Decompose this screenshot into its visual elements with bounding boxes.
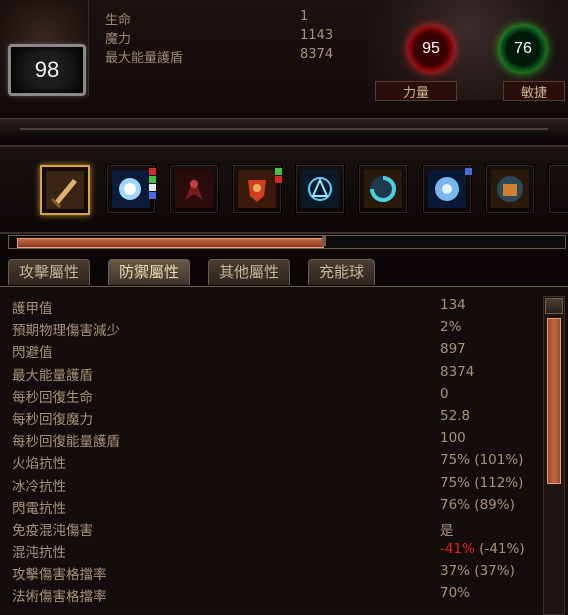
row-label: 閃電抗性	[12, 500, 66, 517]
list-item: 護甲值 134	[6, 295, 541, 317]
stat-value: 8374	[300, 47, 334, 62]
skill-slot[interactable]	[486, 165, 534, 213]
stat-value: 1	[300, 9, 309, 24]
skill-slot[interactable]	[107, 165, 156, 213]
row-value: 8374	[440, 363, 475, 380]
lightning-orb-icon	[112, 170, 150, 208]
dexterity-orb: 76	[500, 26, 546, 72]
strength-orb: 95	[408, 26, 454, 72]
list-item: 閃避值 897	[6, 339, 541, 361]
scroll-up-button[interactable]	[545, 298, 563, 314]
row-value: 37% (37%)	[440, 563, 515, 580]
list-item: 每秒回復魔力 52.8	[6, 406, 541, 428]
row-label: 閃避值	[12, 345, 53, 362]
list-item: 閃電抗性 76% (89%)	[6, 495, 541, 517]
stat-life: 生命 1	[105, 9, 355, 28]
skill-slot[interactable]	[40, 165, 90, 215]
frost-nova-icon	[428, 170, 466, 208]
row-label: 護甲值	[12, 301, 53, 317]
row-label: 火焰抗性	[12, 456, 66, 473]
attribute-orbs: 95 76 力量 敏捷	[368, 0, 568, 101]
tab-offense[interactable]: 攻擊屬性	[8, 259, 91, 285]
tab-misc[interactable]: 其他屬性	[208, 259, 291, 285]
row-label: 預期物理傷害減少	[12, 323, 120, 340]
strength-label: 力量	[375, 81, 457, 101]
gem-sockets	[465, 168, 472, 176]
stat-label: 最大能量護盾	[105, 51, 184, 66]
divider-line	[20, 128, 548, 130]
gem-sockets	[149, 168, 156, 200]
skill-slot[interactable]	[233, 165, 282, 213]
value-detail: (-41%)	[474, 541, 525, 558]
skill-slot[interactable]	[170, 165, 218, 213]
experience-bar	[0, 232, 568, 252]
stat-mana: 魔力 1143	[105, 28, 355, 47]
defense-panel: 護甲值 134 預期物理傷害減少 2% 閃避值 897 最大能量護盾 8374 每秒回復…	[0, 286, 568, 614]
skill-slot[interactable]	[296, 165, 344, 213]
level-frame: 98	[0, 0, 89, 96]
row-label: 每秒回復魔力	[12, 411, 93, 428]
row-label: 攻擊傷害格擋率	[12, 567, 107, 584]
row-value: 70%	[440, 585, 471, 602]
row-label: 每秒回復生命	[12, 389, 93, 406]
list-item: 冰冷抗性 75% (112%)	[6, 473, 541, 495]
xp-divider	[322, 236, 326, 246]
tab-defense[interactable]: 防禦屬性	[108, 259, 191, 285]
sword-gem-icon	[46, 171, 84, 209]
scroll-thumb[interactable]	[547, 318, 561, 484]
level-value: 98	[34, 57, 60, 82]
fist-vortex-icon	[491, 170, 529, 208]
defense-list: 護甲值 134 預期物理傷害減少 2% 閃避值 897 最大能量護盾 8374 每秒回復…	[6, 295, 541, 606]
row-value: 100	[440, 430, 466, 447]
stat-value: 1143	[300, 28, 334, 43]
character-header: 98 生命 1 魔力 1143 最大能量護盾 8374 95 76 力量 敏捷	[0, 0, 568, 118]
row-label: 最大能量護盾	[12, 367, 93, 384]
skill-slot-partial[interactable]	[549, 165, 568, 213]
cyan-spiral-icon	[364, 170, 402, 208]
level-badge: 98	[8, 44, 86, 96]
row-value: 76% (89%)	[440, 496, 515, 513]
row-value: 75% (112%)	[440, 474, 524, 491]
row-label: 混沌抗性	[12, 545, 66, 562]
tab-charges[interactable]: 充能球	[308, 259, 376, 285]
skill-slot[interactable]	[359, 165, 407, 213]
row-label: 每秒回復能量護盾	[12, 434, 120, 451]
row-label: 法術傷害格擋率	[12, 589, 107, 606]
row-value: 0	[440, 385, 449, 402]
dark-winged-icon	[175, 170, 213, 208]
row-label: 冰冷抗性	[12, 478, 66, 495]
dexterity-label: 敏捷	[503, 81, 565, 101]
gem-sockets	[275, 168, 282, 184]
row-value: -41% (-41%)	[440, 541, 525, 557]
skill-slot[interactable]	[423, 165, 472, 213]
row-value: 134	[440, 297, 466, 313]
row-value: 897	[440, 341, 466, 358]
row-value: 是	[440, 522, 454, 539]
list-item: 混沌抗性 -41% (-41%)	[6, 539, 541, 561]
row-value: 2%	[440, 319, 462, 336]
skill-bar	[0, 145, 568, 234]
list-item: 免疫混沌傷害 是	[6, 517, 541, 539]
list-item: 預期物理傷害減少 2%	[6, 317, 541, 339]
list-item: 火焰抗性 75% (101%)	[6, 450, 541, 472]
list-item: 每秒回復生命 0	[6, 384, 541, 406]
header-stats: 生命 1 魔力 1143 最大能量護盾 8374	[105, 9, 355, 66]
row-value: 52.8	[440, 407, 471, 424]
list-item: 法術傷害格擋率 70%	[6, 583, 541, 605]
list-item: 每秒回復能量護盾 100	[6, 428, 541, 450]
arcane-rune-icon	[301, 170, 339, 208]
row-label: 免疫混沌傷害	[12, 522, 93, 539]
list-item: 最大能量護盾 8374	[6, 362, 541, 384]
stat-label: 生命	[105, 13, 132, 28]
row-value: 75% (101%)	[440, 452, 524, 469]
xp-fill	[17, 238, 324, 248]
stat-tabs: 攻擊屬性 防禦屬性 其他屬性 充能球	[0, 255, 568, 287]
list-item: 攻擊傷害格擋率 37% (37%)	[6, 561, 541, 583]
negative-value: -41%	[440, 541, 475, 558]
shield-warrior-icon	[238, 170, 276, 208]
stat-energy-shield: 最大能量護盾 8374	[105, 47, 355, 66]
stat-label: 魔力	[105, 32, 132, 47]
